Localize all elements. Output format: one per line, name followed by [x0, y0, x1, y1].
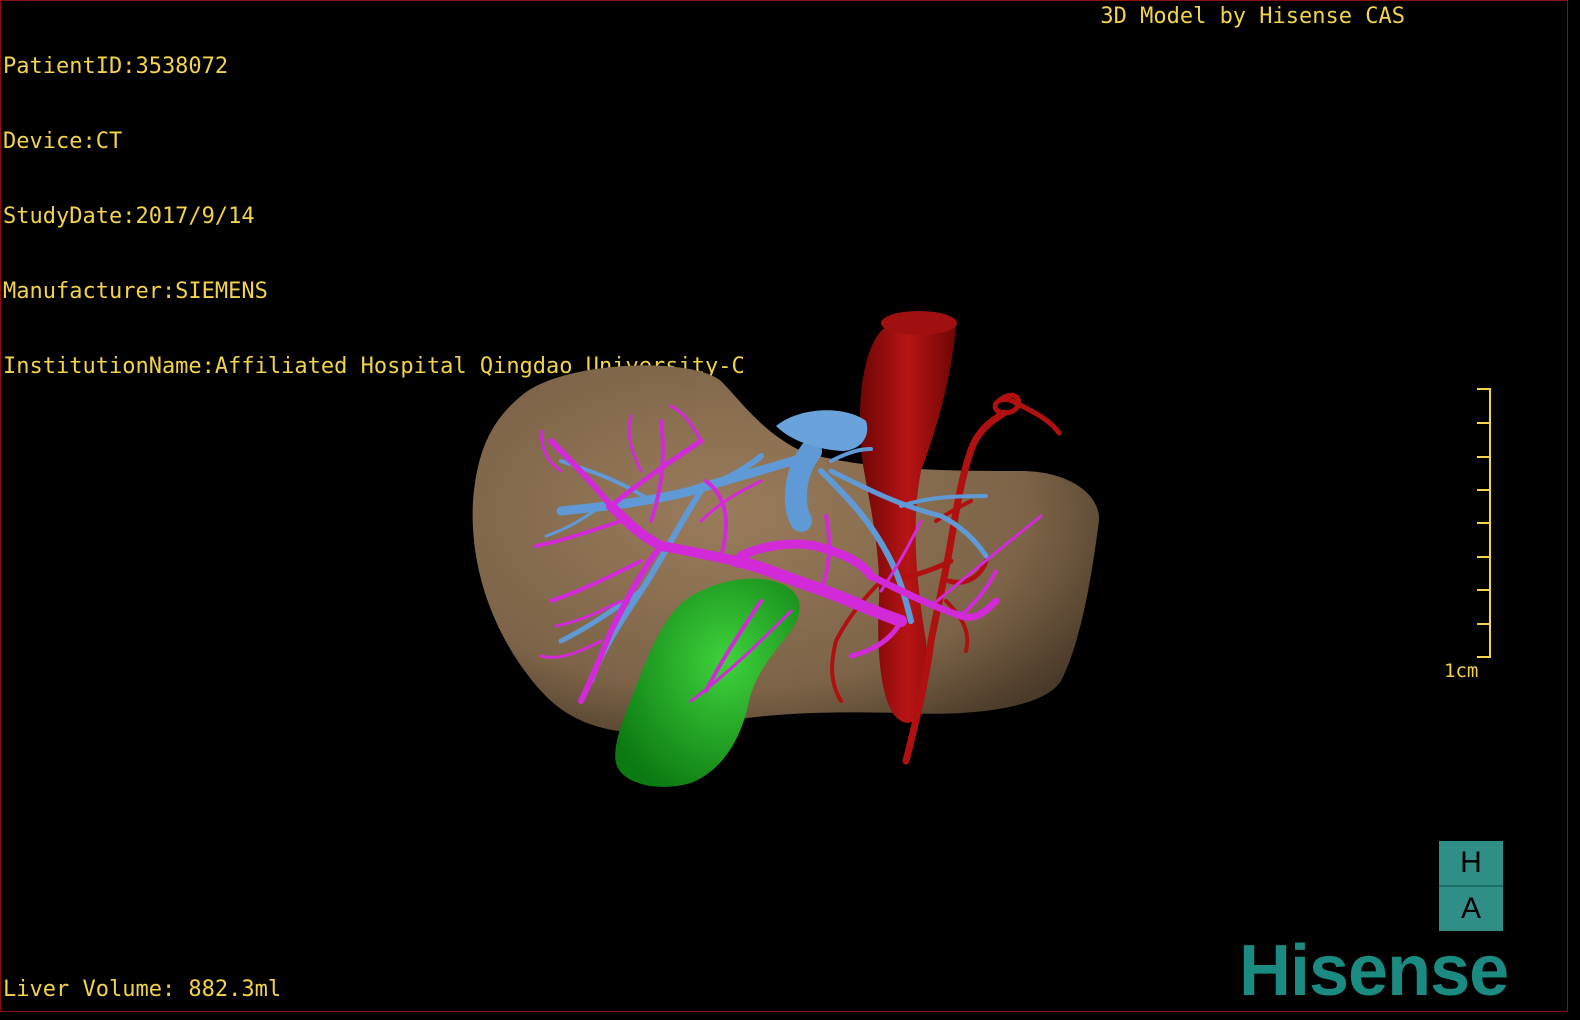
orientation-bottom-label: A: [1439, 885, 1503, 931]
liver-3d-model[interactable]: [1, 1, 1567, 1011]
hisense-logo: Hisense: [1239, 931, 1509, 1011]
scale-bar-label: 1cm: [1444, 660, 1479, 682]
ivc-top: [881, 311, 957, 335]
orientation-marker: H A: [1439, 841, 1503, 931]
orientation-top-label: H: [1439, 841, 1503, 885]
liver-volume: Liver Volume: 882.3ml: [3, 977, 282, 1002]
scale-bar: [1477, 388, 1491, 658]
3d-viewport[interactable]: PatientID:3538072 Device:CT StudyDate:20…: [0, 0, 1568, 1012]
